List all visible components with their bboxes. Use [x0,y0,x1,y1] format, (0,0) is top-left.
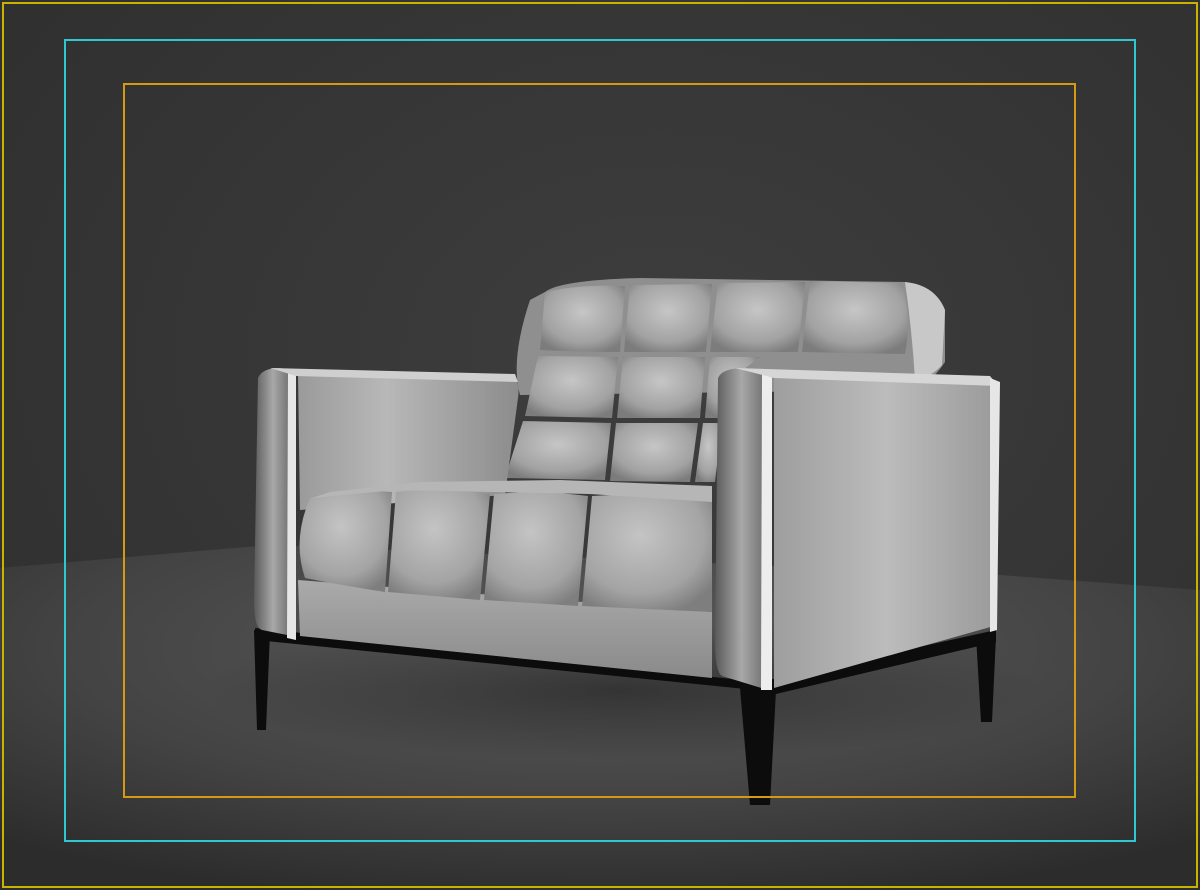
safe-title-frame [123,83,1076,798]
viewport-canvas[interactable] [0,0,1200,890]
